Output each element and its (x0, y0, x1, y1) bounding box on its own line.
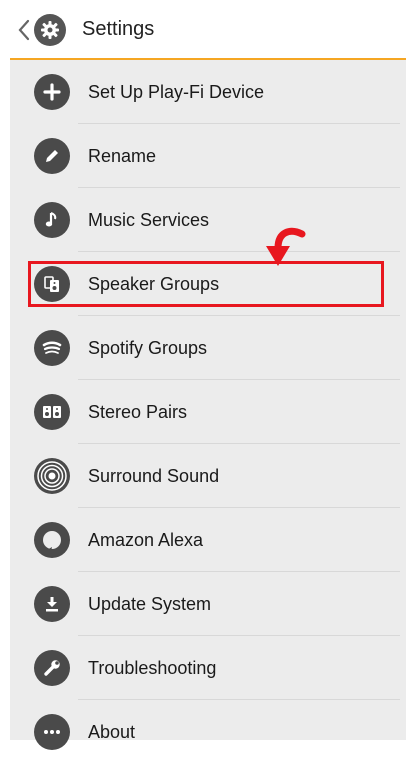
surround-sound-icon (34, 458, 70, 494)
menu-item-stereo-pairs[interactable]: Stereo Pairs (10, 380, 406, 444)
menu-item-label: Spotify Groups (88, 337, 208, 358)
menu-item-music-services[interactable]: Music Services (10, 188, 406, 252)
settings-menu: Set Up Play-Fi Device Rename Music Servi… (10, 60, 406, 764)
download-icon (34, 586, 70, 622)
ellipsis-icon (34, 714, 70, 750)
menu-item-surround-sound[interactable]: Surround Sound (10, 444, 406, 508)
menu-item-label: Set Up Play-Fi Device (88, 81, 265, 102)
curved-arrow-icon (266, 227, 306, 266)
menu-item-setup-device[interactable]: Set Up Play-Fi Device (10, 60, 406, 124)
menu-item-amazon-alexa[interactable]: Amazon Alexa (10, 508, 406, 572)
top-bar: Settings (0, 0, 406, 58)
pencil-icon (34, 138, 70, 174)
menu-item-spotify-groups[interactable]: Spotify Groups (10, 316, 406, 380)
spotify-icon (34, 330, 70, 366)
gear-icon (34, 14, 66, 46)
menu-item-label: Music Services (88, 209, 210, 230)
alexa-icon (34, 522, 70, 558)
menu-item-label: Troubleshooting (88, 657, 217, 678)
menu-item-label: Surround Sound (88, 465, 220, 486)
menu-item-label: Stereo Pairs (88, 401, 188, 422)
music-note-icon (34, 202, 70, 238)
menu-item-label: About (88, 721, 136, 742)
wrench-icon (34, 650, 70, 686)
chevron-left-icon[interactable] (14, 16, 34, 44)
stereo-pair-icon (34, 394, 70, 430)
menu-item-label: Rename (88, 145, 157, 166)
plus-icon (34, 74, 70, 110)
menu-item-update-system[interactable]: Update System (10, 572, 406, 636)
menu-item-rename[interactable]: Rename (10, 124, 406, 188)
menu-item-label: Update System (88, 593, 212, 614)
page-title: Settings (82, 18, 155, 40)
menu-item-about[interactable]: About (10, 700, 406, 764)
menu-item-troubleshooting[interactable]: Troubleshooting (10, 636, 406, 700)
highlight-box (28, 261, 384, 307)
menu-item-label: Amazon Alexa (88, 529, 204, 550)
